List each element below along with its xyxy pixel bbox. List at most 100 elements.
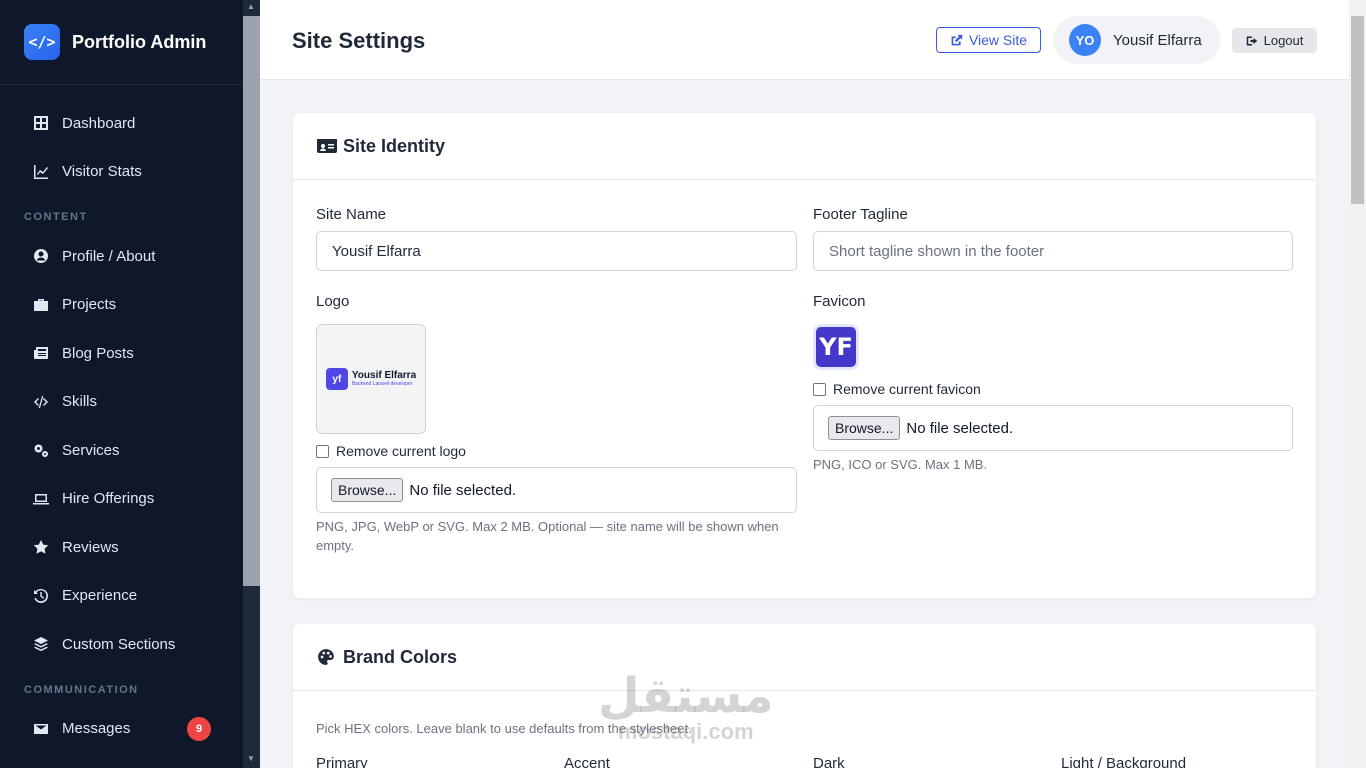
checkbox[interactable] bbox=[813, 382, 826, 396]
code-logo-icon: </> bbox=[24, 24, 60, 60]
sidebar-item-label: Experience bbox=[62, 587, 138, 605]
sidebar-item-projects[interactable]: Projects bbox=[0, 281, 243, 330]
section-content: CONTENT bbox=[24, 211, 88, 223]
logo-preview-subtitle: Backend Laravel developer bbox=[351, 381, 413, 387]
sidebar-item-experience[interactable]: Experience bbox=[0, 572, 243, 621]
watermark-arabic: مستقل bbox=[598, 668, 774, 724]
chart-line-icon bbox=[32, 163, 50, 181]
scroll-down-arrow-icon[interactable]: ▼ bbox=[247, 754, 255, 763]
logo-label: Logo bbox=[316, 293, 350, 310]
browse-button[interactable]: Browse... bbox=[331, 478, 404, 502]
site-identity-title: Site Identity bbox=[343, 135, 446, 156]
sidebar-item-custom-sections[interactable]: Custom Sections bbox=[0, 620, 243, 669]
sidebar-item-label: Reviews bbox=[62, 538, 119, 556]
no-file-text: No file selected. bbox=[409, 481, 517, 499]
view-site-label: View Site bbox=[968, 32, 1028, 48]
logo-hint: PNG, JPG, WebP or SVG. Max 2 MB. Optiona… bbox=[316, 519, 779, 553]
section-communication: COMMUNICATION bbox=[24, 683, 139, 696]
sidebar-item-dashboard[interactable]: Dashboard bbox=[0, 99, 243, 148]
site-name-input[interactable]: Yousif Elfarra bbox=[316, 231, 797, 271]
palette-icon bbox=[317, 648, 339, 666]
sidebar-item-label: Blog Posts bbox=[62, 344, 134, 362]
logo-mark: yf bbox=[325, 368, 348, 390]
grid-icon bbox=[32, 114, 50, 132]
color-label-primary: Primary bbox=[316, 755, 368, 768]
brand-colors-card: Brand Colors bbox=[292, 623, 1317, 768]
brand-name: Portfolio Admin bbox=[72, 31, 207, 52]
external-link-icon bbox=[951, 34, 963, 45]
remove-favicon-label: Remove current favicon bbox=[833, 381, 981, 397]
cogs-icon bbox=[32, 441, 50, 459]
brand-colors-title: Brand Colors bbox=[343, 646, 458, 667]
sidebar-item-label: Services bbox=[62, 441, 120, 459]
history-icon bbox=[32, 587, 50, 605]
logout-label: Logout bbox=[1263, 33, 1304, 48]
scroll-up-arrow-icon[interactable]: ▲ bbox=[247, 2, 255, 11]
sign-out-icon bbox=[1246, 36, 1257, 45]
user-name: Yousif Elfarra bbox=[1113, 31, 1202, 49]
color-label-accent: Accent bbox=[564, 755, 610, 768]
color-label-dark: Dark bbox=[813, 755, 845, 768]
messages-count-badge: 9 bbox=[187, 716, 211, 741]
sidebar-item-blog-posts[interactable]: Blog Posts bbox=[0, 329, 243, 378]
watermark: مستقل mostaqi.com bbox=[598, 672, 774, 744]
sidebar-item-label: Messages bbox=[62, 720, 131, 738]
main-scrollbar[interactable] bbox=[1349, 0, 1366, 768]
logo-preview: yf Yousif Elfarra Backend Laravel develo… bbox=[316, 324, 426, 434]
footer-tagline-label: Footer Tagline bbox=[813, 206, 908, 223]
color-label-light: Light / Background bbox=[1061, 755, 1187, 768]
logo-file-input[interactable]: Browse... No file selected. bbox=[316, 467, 797, 513]
sidebar-item-messages[interactable]: Messages 9 bbox=[0, 705, 243, 754]
id-card-icon bbox=[317, 137, 339, 155]
page-title: Site Settings bbox=[292, 28, 426, 53]
top-header: Site Settings View Site YO Yousif Elfarr… bbox=[260, 0, 1349, 80]
user-circle-icon bbox=[32, 247, 50, 265]
site-identity-header: Site Identity bbox=[293, 113, 1316, 180]
checkbox[interactable] bbox=[316, 444, 329, 458]
watermark-latin: mostaqi.com bbox=[617, 719, 754, 744]
favicon-file-input[interactable]: Browse... No file selected. bbox=[813, 405, 1293, 451]
sidebar-item-label: Hire Offerings bbox=[62, 490, 155, 508]
logo-preview-name: Yousif Elfarra bbox=[351, 370, 417, 381]
logout-button[interactable]: Logout bbox=[1232, 28, 1317, 53]
laptop-icon bbox=[32, 490, 50, 508]
sidebar-item-label: Skills bbox=[62, 393, 98, 411]
remove-logo-checkbox[interactable]: Remove current logo bbox=[316, 443, 466, 459]
brand[interactable]: </> Portfolio Admin bbox=[0, 0, 243, 85]
sidebar-item-label: Custom Sections bbox=[62, 635, 176, 653]
brand-colors-header: Brand Colors bbox=[293, 624, 1316, 691]
sidebar-item-profile[interactable]: Profile / About bbox=[0, 232, 243, 281]
user-menu[interactable]: YO Yousif Elfarra bbox=[1053, 16, 1220, 64]
sidebar-item-visitor-stats[interactable]: Visitor Stats bbox=[0, 148, 243, 197]
sidebar-item-services[interactable]: Services bbox=[0, 426, 243, 475]
sidebar: </> Portfolio Admin Dashboard Visitor St… bbox=[0, 0, 260, 768]
remove-logo-label: Remove current logo bbox=[336, 443, 466, 459]
layers-icon bbox=[32, 635, 50, 653]
sidebar-item-label: Profile / About bbox=[62, 247, 156, 265]
newspaper-icon bbox=[32, 344, 50, 362]
sidebar-item-reviews[interactable]: Reviews bbox=[0, 523, 243, 572]
code-icon bbox=[32, 393, 50, 411]
site-name-label: Site Name bbox=[316, 206, 387, 223]
sidebar-scrollbar[interactable]: ▲ ▼ bbox=[243, 0, 260, 768]
remove-favicon-checkbox[interactable]: Remove current favicon bbox=[813, 381, 981, 397]
favicon-label: Favicon bbox=[813, 293, 866, 310]
sidebar-item-label: Dashboard bbox=[62, 114, 136, 132]
footer-tagline-input[interactable]: Short tagline shown in the footer bbox=[813, 231, 1293, 271]
no-file-text: No file selected. bbox=[906, 419, 1014, 437]
main-scrollbar-thumb[interactable] bbox=[1351, 16, 1364, 204]
sidebar-item-label: Projects bbox=[62, 296, 117, 314]
sidebar-scrollbar-thumb[interactable] bbox=[243, 16, 260, 586]
star-icon bbox=[32, 538, 50, 556]
logo-preview-image: yf Yousif Elfarra Backend Laravel develo… bbox=[325, 368, 417, 390]
browse-button[interactable]: Browse... bbox=[828, 416, 901, 440]
avatar: YO bbox=[1069, 24, 1101, 56]
favicon-preview: YF bbox=[813, 324, 859, 370]
sidebar-item-hire-offerings[interactable]: Hire Offerings bbox=[0, 475, 243, 524]
briefcase-icon bbox=[32, 296, 50, 314]
favicon-hint: PNG, ICO or SVG. Max 1 MB. bbox=[813, 457, 988, 472]
view-site-button[interactable]: View Site bbox=[936, 27, 1041, 53]
sidebar-item-skills[interactable]: Skills bbox=[0, 378, 243, 427]
envelope-icon bbox=[32, 720, 50, 738]
sidebar-item-label: Visitor Stats bbox=[62, 163, 142, 181]
